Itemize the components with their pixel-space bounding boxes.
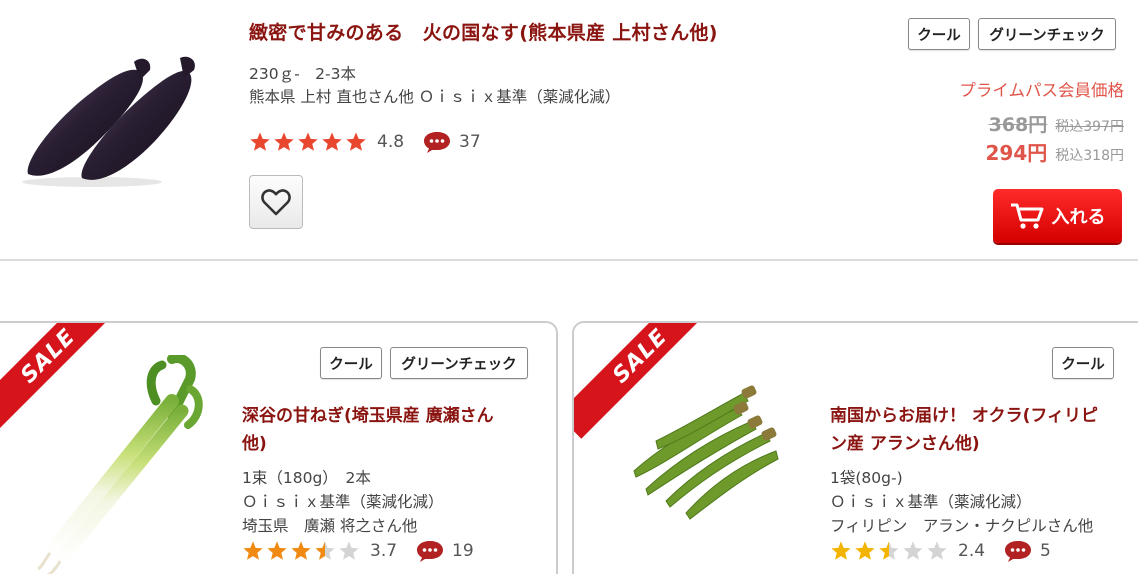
star-icon-full	[322, 132, 342, 151]
divider	[0, 259, 1138, 261]
tag-cool: クール	[908, 18, 970, 50]
star-icon-half	[315, 541, 335, 560]
heart-icon	[261, 189, 291, 216]
star-rating	[830, 540, 950, 562]
product-title[interactable]: 緻密で甘みのある 火の国なす(熊本県産 上村さん他)	[249, 18, 718, 45]
product-spec-weight: 230ｇ- 2-3本	[249, 65, 356, 83]
product-card-okra: SALE クール 南国からお届け！ オクラ(フィリピ ン産 アランさん他) 1袋…	[572, 321, 1138, 574]
add-to-cart-label: 入れる	[1051, 207, 1106, 228]
star-rating	[249, 131, 369, 153]
tag-green-check: グリーンチェック	[390, 347, 528, 379]
member-price-label: プライムパス会員価格	[959, 81, 1124, 100]
product-spec-standard: Ｏｉｓｉｘ基準（薬減化減）	[242, 493, 444, 511]
product-spec-origin: 熊本県 上村 直也さん他 Ｏｉｓｉｘ基準（薬減化減）	[249, 88, 621, 106]
star-icon-full	[831, 541, 851, 560]
product-title-line1: 深谷の甘ねぎ(埼玉県産 廣瀬さん	[242, 406, 494, 426]
tag-cool: クール	[320, 347, 382, 379]
rating-value: 3.7	[370, 541, 398, 561]
comment-icon[interactable]	[415, 539, 445, 563]
cart-icon	[1010, 203, 1043, 229]
product-spec-standard: Ｏｉｓｉｘ基準（薬減化減）	[830, 493, 1032, 511]
star-icon-full	[267, 541, 287, 560]
star-icon-full	[250, 132, 270, 151]
tag-green-check: グリーンチェック	[978, 18, 1116, 50]
member-price: 294円 税込318円	[986, 137, 1124, 166]
product-title-line2: 他)	[242, 434, 267, 454]
product-spec-weight: 1袋(80g-)	[830, 469, 903, 487]
member-price-value: 294円	[985, 141, 1048, 165]
rating-value: 2.4	[958, 541, 986, 561]
comment-count[interactable]: 19	[452, 541, 474, 561]
comment-icon[interactable]	[1003, 539, 1033, 563]
star-icon-full	[298, 132, 318, 151]
green-onion-image[interactable]	[22, 355, 212, 574]
comment-count[interactable]: 5	[1040, 541, 1051, 561]
star-icon-empty	[927, 541, 947, 560]
rating-row: 3.7 19	[242, 538, 474, 564]
comment-count[interactable]: 37	[459, 132, 481, 152]
star-icon-empty	[903, 541, 923, 560]
product-spec-origin: フィリピン アラン・ナクピルさん他	[830, 517, 1094, 535]
comment-icon[interactable]	[422, 130, 452, 154]
product-title-line1: 南国からお届け！ オクラ(フィリピ	[830, 406, 1099, 426]
product-card-onion: SALE クール グリーンチェック 深谷の甘ねぎ(埼玉県産 廣瀬さん 他) 1束…	[0, 321, 558, 574]
eggplant-image[interactable]	[22, 52, 212, 192]
add-to-cart-button[interactable]: 入れる	[993, 189, 1122, 243]
star-icon-full	[346, 132, 366, 151]
product-spec-weight: 1束（180g） 2本	[242, 469, 371, 487]
okra-image[interactable]	[626, 381, 786, 521]
favorite-button[interactable]	[249, 175, 303, 229]
product-title[interactable]: 南国からお届け！ オクラ(フィリピ ン産 アランさん他)	[830, 402, 1098, 458]
rating-row: 2.4 5	[830, 538, 1051, 564]
star-icon-half	[879, 541, 899, 560]
star-rating	[242, 540, 362, 562]
product-spec-origin: 埼玉県 廣瀬 将之さん他	[242, 517, 418, 535]
tag-cool: クール	[1052, 347, 1114, 379]
regular-price: 368円 税込397円	[989, 110, 1124, 137]
star-icon-full	[243, 541, 263, 560]
product-title-line2: ン産 アランさん他)	[830, 434, 980, 454]
rating-value: 4.8	[377, 132, 405, 152]
regular-price-tax: 税込397円	[1055, 119, 1124, 135]
product-title[interactable]: 深谷の甘ねぎ(埼玉県産 廣瀬さん 他)	[242, 402, 494, 458]
star-icon-full	[274, 132, 294, 151]
member-price-tax: 税込318円	[1055, 148, 1124, 164]
rating-row: 4.8 37	[249, 129, 481, 155]
star-icon-full	[291, 541, 311, 560]
star-icon-full	[855, 541, 875, 560]
star-icon-empty	[339, 541, 359, 560]
product-item-eggplant: 緻密で甘みのある 火の国なす(熊本県産 上村さん他) 230ｇ- 2-3本 熊本…	[0, 0, 1138, 260]
regular-price-value: 368円	[988, 114, 1048, 136]
